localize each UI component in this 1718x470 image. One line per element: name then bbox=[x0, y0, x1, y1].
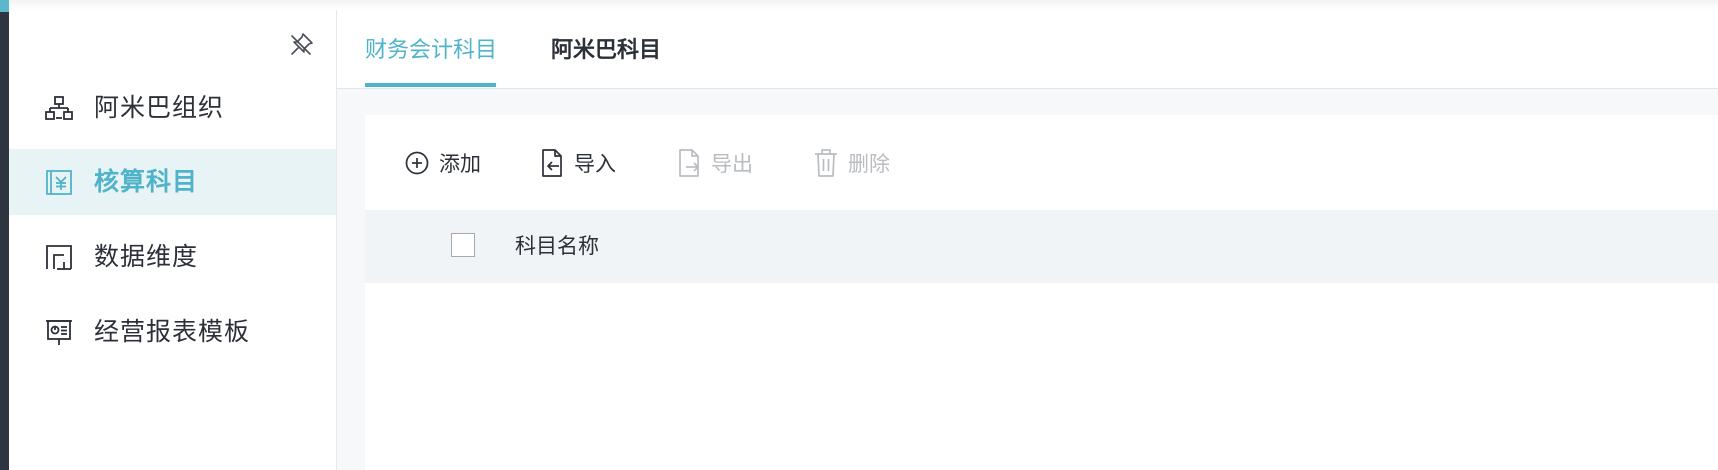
add-label: 添加 bbox=[439, 152, 481, 176]
sidebar: 阿米巴组织 核算科目 数据维度 经营报表模板 bbox=[9, 10, 337, 470]
yuan-ledger-icon bbox=[45, 168, 73, 196]
sidebar-item-report-templates[interactable]: 经营报表模板 bbox=[9, 299, 336, 365]
sidebar-item-amoeba-org[interactable]: 阿米巴组织 bbox=[9, 75, 336, 141]
delete-button[interactable]: 删除 bbox=[812, 146, 890, 180]
select-all-checkbox[interactable] bbox=[451, 233, 475, 257]
import-button[interactable]: 导入 bbox=[538, 146, 616, 180]
trash-icon bbox=[812, 148, 840, 178]
sidebar-item-accounting-subjects[interactable]: 核算科目 bbox=[9, 149, 336, 215]
report-board-icon bbox=[45, 318, 73, 346]
plus-circle-icon bbox=[403, 148, 431, 178]
subjects-panel: 添加 导入 导出 删除 科目名称 bbox=[365, 115, 1718, 470]
sidebar-item-data-dimension[interactable]: 数据维度 bbox=[9, 224, 336, 290]
import-label: 导入 bbox=[574, 152, 616, 176]
sidebar-item-label: 数据维度 bbox=[94, 242, 199, 271]
sidebar-item-label: 阿米巴组织 bbox=[94, 93, 225, 122]
main-content: 财务会计科目 阿米巴科目 添加 导入 导出 删除 科目名称 bbox=[337, 10, 1718, 470]
column-header-subject-name[interactable]: 科目名称 bbox=[515, 210, 599, 283]
org-chart-icon bbox=[45, 94, 73, 122]
export-button[interactable]: 导出 bbox=[675, 146, 753, 180]
tab-financial-accounting-subjects[interactable]: 财务会计科目 bbox=[365, 10, 497, 88]
dimension-icon bbox=[45, 243, 73, 271]
tab-amoeba-subjects[interactable]: 阿米巴科目 bbox=[551, 10, 661, 88]
export-label: 导出 bbox=[711, 152, 753, 176]
top-bar-shadow bbox=[9, 0, 1718, 10]
import-file-icon bbox=[538, 148, 566, 178]
tabs-bar: 财务会计科目 阿米巴科目 bbox=[337, 10, 1718, 89]
sidebar-item-label: 经营报表模板 bbox=[94, 317, 251, 346]
unpin-button[interactable] bbox=[288, 30, 316, 58]
unpin-icon bbox=[291, 33, 313, 55]
active-tab-indicator bbox=[365, 83, 496, 87]
app-edge-strip bbox=[0, 0, 9, 470]
delete-label: 删除 bbox=[848, 152, 890, 176]
add-button[interactable]: 添加 bbox=[403, 146, 481, 180]
sidebar-item-label: 核算科目 bbox=[94, 167, 199, 196]
app-edge-accent bbox=[0, 0, 9, 12]
export-file-icon bbox=[675, 148, 703, 178]
table-header: 科目名称 bbox=[365, 210, 1718, 283]
